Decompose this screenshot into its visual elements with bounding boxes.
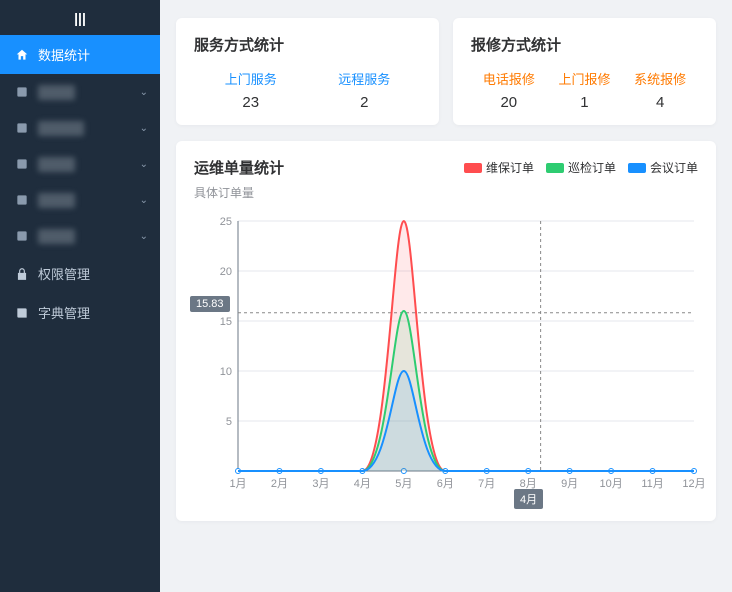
- chevron-down-icon: ⌄: [140, 123, 148, 134]
- stat-label: 上门服务: [225, 69, 277, 88]
- stat-system-repair: 系统报修 4: [634, 69, 686, 111]
- svg-text:12月: 12月: [682, 478, 704, 490]
- generic-icon: [14, 156, 30, 172]
- svg-text:2月: 2月: [271, 478, 288, 490]
- generic-icon: [14, 120, 30, 136]
- stat-label: 系统报修: [634, 69, 686, 88]
- chart-plot[interactable]: 15.83 4月 5101520251月2月3月4月5月6月7月8月9月10月1…: [194, 211, 698, 511]
- chart-legend: 维保订单 巡检订单 会议订单: [464, 159, 698, 176]
- sidebar-item-label: █████: [38, 121, 84, 136]
- legend-item-inspection[interactable]: 巡检订单: [546, 159, 616, 176]
- chart-subtitle: 具体订单量: [194, 184, 284, 201]
- svg-text:15: 15: [220, 316, 232, 328]
- book-icon: [14, 305, 30, 321]
- orders-chart-card: 运维单量统计 具体订单量 维保订单 巡检订单 会议订单: [176, 141, 716, 521]
- lock-icon: [14, 266, 30, 282]
- generic-icon: [14, 192, 30, 208]
- svg-text:11月: 11月: [641, 478, 663, 490]
- chart-y-tooltip: 15.83: [190, 296, 230, 312]
- stat-value: 4: [634, 94, 686, 111]
- svg-text:9月: 9月: [561, 478, 578, 490]
- sidebar: ||| 数据统计 ████ ⌄ █████ ⌄ ████ ⌄ ████ ⌄: [0, 0, 160, 592]
- legend-swatch: [546, 163, 564, 173]
- sidebar-item-label: ████: [38, 157, 75, 172]
- stat-onsite-repair: 上门报修 1: [558, 69, 610, 111]
- svg-text:1月: 1月: [229, 478, 246, 490]
- svg-text:7月: 7月: [478, 478, 495, 490]
- sidebar-item-label: ████: [38, 85, 75, 100]
- stat-label: 上门报修: [558, 69, 610, 88]
- main-content: 服务方式统计 上门服务 23 远程服务 2 报修方式统计 电话报修: [160, 0, 732, 592]
- sidebar-item-blurred-3[interactable]: ████ ⌄: [0, 182, 160, 218]
- sidebar-item-blurred-1[interactable]: █████ ⌄: [0, 110, 160, 146]
- repair-mode-card: 报修方式统计 电话报修 20 上门报修 1 系统报修 4: [453, 18, 716, 125]
- svg-text:4月: 4月: [354, 478, 371, 490]
- legend-swatch: [464, 163, 482, 173]
- svg-text:10: 10: [220, 366, 232, 378]
- card-title: 服务方式统计: [194, 34, 421, 55]
- sidebar-item-permission[interactable]: 权限管理: [0, 254, 160, 293]
- sidebar-item-label: 字典管理: [38, 303, 90, 322]
- sidebar-item-label: ████: [38, 229, 75, 244]
- chevron-down-icon: ⌄: [140, 231, 148, 242]
- svg-text:25: 25: [220, 216, 232, 228]
- legend-label: 会议订单: [650, 159, 698, 176]
- sidebar-item-blurred-2[interactable]: ████ ⌄: [0, 146, 160, 182]
- svg-text:10月: 10月: [599, 478, 622, 490]
- stat-cards-row: 服务方式统计 上门服务 23 远程服务 2 报修方式统计 电话报修: [176, 18, 716, 125]
- stat-value: 23: [225, 94, 277, 111]
- home-icon: [14, 47, 30, 63]
- sidebar-item-dictionary[interactable]: 字典管理: [0, 293, 160, 332]
- chart-x-tooltip: 4月: [514, 489, 543, 509]
- sidebar-item-stats[interactable]: 数据统计: [0, 35, 160, 74]
- repair-stats: 电话报修 20 上门报修 1 系统报修 4: [471, 69, 698, 111]
- sidebar-item-label: ████: [38, 193, 75, 208]
- svg-text:6月: 6月: [437, 478, 454, 490]
- svg-text:20: 20: [220, 266, 232, 278]
- legend-label: 维保订单: [486, 159, 534, 176]
- chart-svg: 5101520251月2月3月4月5月6月7月8月9月10月11月12月: [194, 211, 704, 501]
- chevron-down-icon: ⌄: [140, 159, 148, 170]
- stat-value: 1: [558, 94, 610, 111]
- chart-title: 运维单量统计: [194, 157, 284, 178]
- sidebar-item-label: 权限管理: [38, 264, 90, 283]
- generic-icon: [14, 228, 30, 244]
- stat-label: 远程服务: [338, 69, 390, 88]
- legend-item-maintenance[interactable]: 维保订单: [464, 159, 534, 176]
- legend-label: 巡检订单: [568, 159, 616, 176]
- svg-text:5月: 5月: [395, 478, 412, 490]
- chevron-down-icon: ⌄: [140, 87, 148, 98]
- sidebar-item-blurred-0[interactable]: ████ ⌄: [0, 74, 160, 110]
- stat-onsite-service: 上门服务 23: [225, 69, 277, 111]
- service-stats: 上门服务 23 远程服务 2: [194, 69, 421, 111]
- legend-swatch: [628, 163, 646, 173]
- logo: |||: [0, 0, 160, 35]
- sidebar-item-blurred-4[interactable]: ████ ⌄: [0, 218, 160, 254]
- svg-text:3月: 3月: [312, 478, 329, 490]
- svg-text:5: 5: [226, 416, 232, 428]
- stat-value: 2: [338, 94, 390, 111]
- stat-phone-repair: 电话报修 20: [483, 69, 535, 111]
- card-title: 报修方式统计: [471, 34, 698, 55]
- stat-label: 电话报修: [483, 69, 535, 88]
- stat-value: 20: [483, 94, 535, 111]
- chevron-down-icon: ⌄: [140, 195, 148, 206]
- stat-remote-service: 远程服务 2: [338, 69, 390, 111]
- legend-item-meeting[interactable]: 会议订单: [628, 159, 698, 176]
- sidebar-item-label: 数据统计: [38, 45, 90, 64]
- service-mode-card: 服务方式统计 上门服务 23 远程服务 2: [176, 18, 439, 125]
- generic-icon: [14, 84, 30, 100]
